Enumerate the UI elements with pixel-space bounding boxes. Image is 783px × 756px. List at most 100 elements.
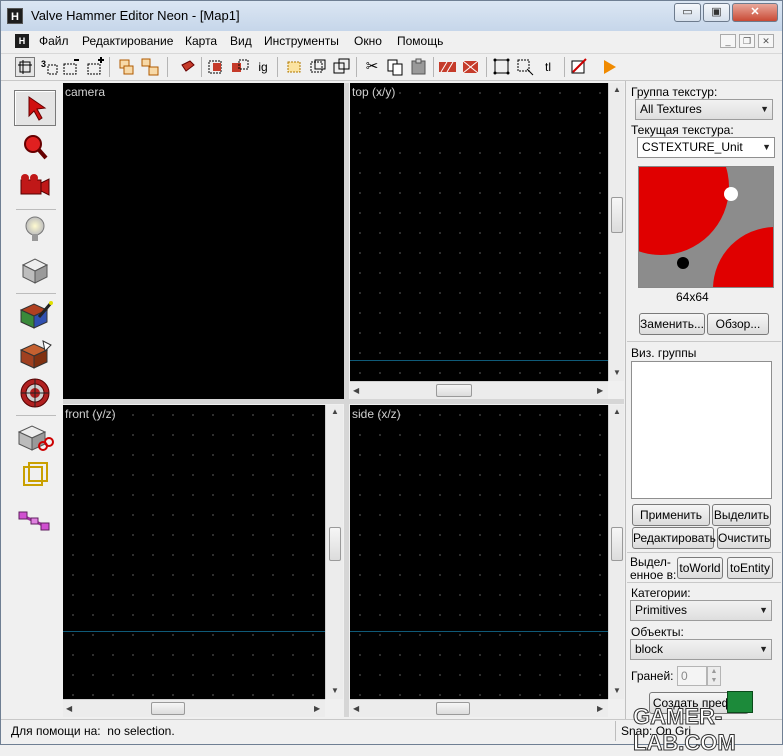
viewport-label[interactable]: camera — [65, 85, 105, 99]
faces-input[interactable]: 0 — [677, 666, 707, 686]
scroll-up-arrow[interactable]: ▲ — [613, 407, 621, 416]
group-icon[interactable] — [117, 57, 137, 77]
viewport-label[interactable]: top (x/y) — [352, 85, 395, 99]
selection-tool[interactable] — [14, 90, 56, 126]
clip-tool[interactable] — [14, 419, 56, 455]
objects-select[interactable]: block ▼ — [630, 639, 772, 660]
to-world-button[interactable]: toWorld — [677, 557, 723, 579]
scroll-right-arrow[interactable]: ▶ — [597, 704, 603, 713]
scroll-down-arrow[interactable]: ▼ — [613, 368, 621, 377]
compile-icon[interactable] — [569, 57, 589, 77]
copy-icon[interactable] — [385, 57, 405, 77]
select-button[interactable]: Выделить — [712, 504, 771, 526]
grid-larger-icon[interactable] — [85, 57, 105, 77]
menu-edit[interactable]: Редактирование — [82, 34, 173, 48]
current-texture-select[interactable]: CSTEXTURE_Unit ▼ — [637, 137, 775, 158]
ungroup-icon[interactable] — [140, 57, 160, 77]
ignore-groups-button[interactable]: ig — [253, 57, 273, 77]
to-entity-button[interactable]: toEntity — [727, 557, 773, 579]
front-viewport[interactable]: front (y/z) — [63, 405, 325, 699]
top-vertical-scrollbar[interactable]: ▲ ▼ — [608, 83, 624, 381]
viewport-splitter-vertical[interactable] — [344, 83, 349, 717]
vis-groups-list[interactable] — [631, 361, 772, 499]
menu-tools[interactable]: Инструменты — [264, 34, 339, 48]
carve-icon[interactable] — [178, 57, 198, 77]
menu-window[interactable]: Окно — [354, 34, 382, 48]
categories-select[interactable]: Primitives ▼ — [630, 600, 772, 621]
scroll-left-arrow[interactable]: ◀ — [66, 704, 72, 713]
viewport-label[interactable]: side (x/z) — [352, 407, 401, 421]
scroll-right-arrow[interactable]: ▶ — [314, 704, 320, 713]
scroll-right-arrow[interactable]: ▶ — [597, 386, 603, 395]
browse-texture-button[interactable]: Обзор... — [707, 313, 769, 335]
menu-file[interactable]: Файл — [39, 34, 69, 48]
scroll-down-arrow[interactable]: ▼ — [331, 686, 339, 695]
scroll-up-arrow[interactable]: ▲ — [613, 85, 621, 94]
texture-lock-icon[interactable] — [230, 57, 250, 77]
faces-stepper[interactable]: ▲ ▼ — [707, 666, 721, 686]
entity-tool[interactable] — [14, 212, 56, 248]
cut-icon[interactable]: ✂ — [362, 57, 382, 77]
texture-preview[interactable] — [638, 166, 774, 288]
scroll-thumb[interactable] — [436, 702, 470, 715]
camera-viewport[interactable]: camera — [63, 83, 344, 399]
magnify-tool[interactable] — [14, 129, 56, 165]
maximize-button[interactable]: ▣ — [703, 3, 730, 22]
texture-application-tool[interactable] — [14, 296, 56, 332]
top-horizontal-scrollbar[interactable]: ◀ ▶ — [350, 381, 608, 399]
hollow-icon[interactable] — [207, 57, 227, 77]
front-vertical-scrollbar[interactable]: ▲ ▼ — [325, 405, 343, 699]
replace-textures-icon[interactable] — [461, 57, 481, 77]
mdi-close-button[interactable]: ✕ — [758, 34, 774, 48]
apply-button[interactable]: Применить — [632, 504, 710, 526]
cordon-icon[interactable] — [332, 57, 352, 77]
hide-selected-icon[interactable] — [285, 57, 305, 77]
scroll-thumb[interactable] — [329, 527, 341, 561]
viewport-label[interactable]: front (y/z) — [65, 407, 116, 421]
path-tool[interactable] — [14, 503, 56, 539]
scroll-thumb[interactable] — [436, 384, 472, 397]
apply-texture-tool[interactable] — [14, 336, 56, 372]
paste-icon[interactable] — [409, 57, 429, 77]
scroll-left-arrow[interactable]: ◀ — [353, 704, 359, 713]
texture-lock-toggle-button[interactable]: tl — [538, 57, 558, 77]
menu-map[interactable]: Карта — [185, 34, 217, 48]
grid-toggle-icon[interactable] — [15, 57, 35, 77]
scroll-thumb[interactable] — [151, 702, 185, 715]
grid-3d-icon[interactable]: 3 — [39, 57, 59, 77]
decal-tool[interactable] — [14, 375, 56, 411]
minimize-button[interactable]: ▭ — [674, 3, 701, 22]
close-button[interactable]: ✕ — [732, 3, 778, 22]
clear-button[interactable]: Очистить — [717, 527, 771, 549]
front-horizontal-scrollbar[interactable]: ◀ ▶ — [63, 699, 325, 717]
replace-texture-button[interactable]: Заменить... — [639, 313, 705, 335]
scroll-thumb[interactable] — [611, 527, 623, 561]
scroll-down-arrow[interactable]: ▼ — [613, 686, 621, 695]
camera-tool[interactable] — [14, 169, 56, 205]
categories-value: Primitives — [635, 603, 688, 617]
menu-view[interactable]: Вид — [230, 34, 252, 48]
run-map-icon[interactable] — [599, 57, 619, 77]
block-tool[interactable] — [14, 252, 56, 288]
scroll-thumb[interactable] — [611, 197, 623, 233]
grid-smaller-icon[interactable] — [61, 57, 81, 77]
mdi-minimize-button[interactable]: _ — [720, 34, 736, 48]
side-horizontal-scrollbar[interactable]: ◀ ▶ — [350, 699, 608, 717]
edit-button[interactable]: Редактировать — [632, 527, 716, 549]
texture-group-select[interactable]: All Textures ▼ — [635, 99, 773, 120]
title-bar[interactable]: H Valve Hammer Editor Neon - [Map1] ▭ ▣ … — [1, 1, 782, 31]
select-box-icon[interactable] — [492, 57, 512, 77]
side-vertical-scrollbar[interactable]: ▲ ▼ — [608, 405, 624, 699]
menu-help[interactable]: Помощь — [397, 34, 443, 48]
select-entities-icon[interactable] — [515, 57, 535, 77]
side-viewport[interactable]: side (x/z) — [350, 405, 608, 699]
top-viewport[interactable]: top (x/y) — [350, 83, 608, 381]
scroll-left-arrow[interactable]: ◀ — [353, 386, 359, 395]
panel-divider — [627, 341, 781, 342]
vertex-tool[interactable] — [14, 458, 56, 494]
mdi-restore-button[interactable]: ❐ — [739, 34, 755, 48]
scroll-up-arrow[interactable]: ▲ — [331, 407, 339, 416]
document-icon[interactable]: H — [15, 34, 29, 48]
show-all-icon[interactable] — [308, 57, 328, 77]
texture-application-icon[interactable] — [438, 57, 458, 77]
